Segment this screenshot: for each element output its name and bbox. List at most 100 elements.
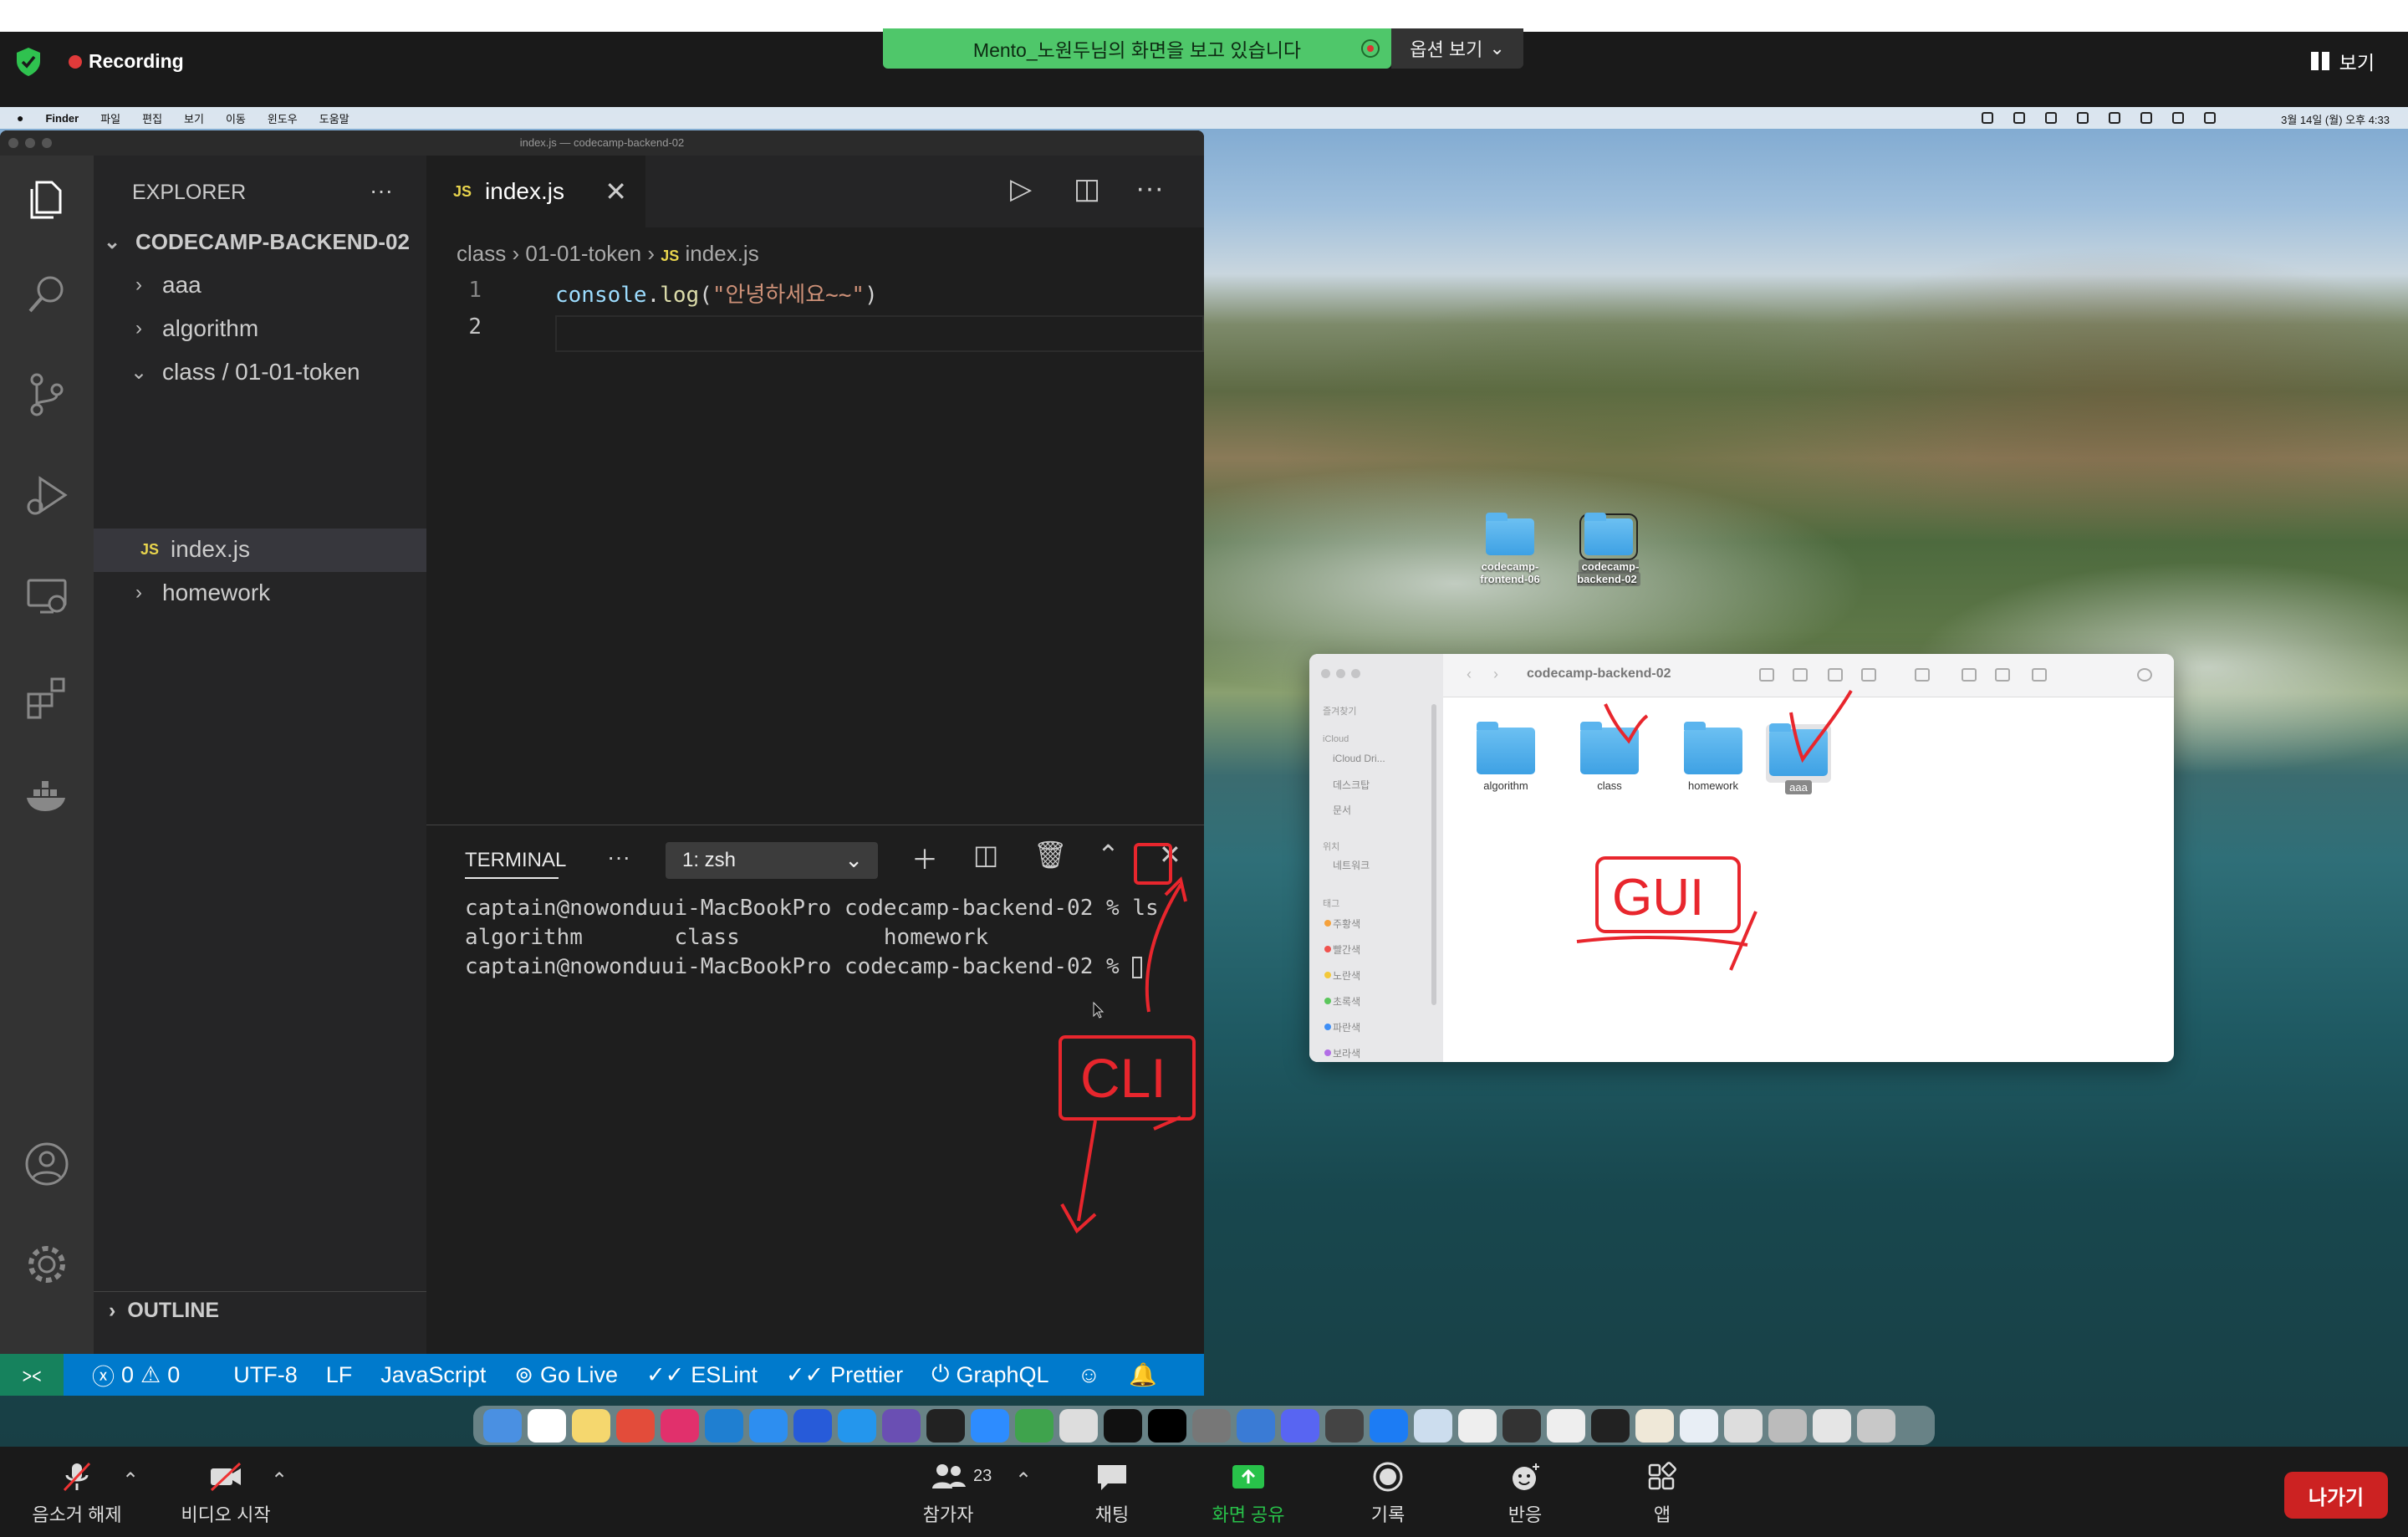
menu-edit[interactable]: 편집 [142,110,162,126]
tab-index-js[interactable]: JS index.js ✕ [426,156,645,227]
docker-app-icon[interactable] [838,1408,876,1443]
close-panel-icon[interactable]: ✕ [1159,839,1181,871]
sidebar-tag[interactable]: 초록색 [1333,994,1360,1008]
bell-icon[interactable]: 🔔 [1129,1361,1157,1388]
sidebar-item-network[interactable]: 네트워크 [1333,858,1370,872]
keynote-app-icon[interactable] [749,1408,788,1443]
minimize-window-button[interactable] [25,138,35,148]
remote-indicator-icon[interactable]: ⪥ [0,1354,64,1396]
obs-app-icon[interactable] [926,1408,965,1443]
icon-view-icon[interactable] [1759,668,1774,682]
document-thumbnail-icon[interactable] [1458,1408,1497,1443]
back-icon[interactable]: ‹ [1467,666,1472,683]
breadcrumb-item[interactable]: index.js [686,241,759,266]
terminal-shell-select[interactable]: 1: zsh ⌄ [666,842,878,879]
sidebar-tag[interactable]: 파란색 [1333,1020,1360,1034]
finder-item-algorithm[interactable]: algorithm [1460,722,1552,792]
zoom-window-button[interactable] [42,138,52,148]
document-thumbnail-icon[interactable] [1547,1408,1585,1443]
sidebar-item-documents[interactable]: 문서 [1333,803,1351,817]
status-icon[interactable] [2109,112,2120,124]
tree-folder-class[interactable]: ⌄ class / 01-01-token [127,351,360,393]
finder-item-class[interactable]: class [1564,722,1656,792]
terminal-app-icon[interactable] [1148,1408,1186,1443]
eol-status[interactable]: LF [326,1362,353,1388]
chat-button[interactable]: 채팅 [1079,1462,1145,1527]
view-button[interactable]: 보기 [2310,47,2375,75]
notes-app-icon[interactable] [572,1408,610,1443]
desktop-folder-backend[interactable]: codecamp-backend-02 [1567,513,1650,586]
status-icon[interactable] [2045,112,2057,124]
record-button[interactable]: 기록 [1354,1462,1421,1527]
mongodb-app-icon[interactable] [1015,1408,1054,1443]
vscode-app-icon[interactable] [705,1408,743,1443]
go-live-button[interactable]: ⊚ Go Live [514,1362,618,1388]
share-screen-button[interactable]: 화면 공유 [1204,1462,1293,1527]
minimize-window-button[interactable] [1336,669,1345,678]
apple-icon[interactable]: ● [17,111,23,125]
security-shield-icon[interactable] [15,47,42,77]
unmute-button[interactable]: 음소거 해제 [25,1462,129,1527]
app-store-icon[interactable] [1370,1408,1408,1443]
apps-button[interactable]: 앱 [1629,1462,1696,1527]
document-thumbnail-icon[interactable] [1680,1408,1718,1443]
slack-app-icon[interactable] [661,1408,699,1443]
app-icon[interactable] [1237,1408,1275,1443]
explorer-icon[interactable] [20,171,74,224]
video-options-caret-icon[interactable]: ⌃ [271,1468,288,1493]
breadcrumb-item[interactable]: class [457,241,506,266]
close-window-button[interactable] [1321,669,1330,678]
document-thumbnail-icon[interactable] [1591,1408,1630,1443]
maximize-panel-icon[interactable]: ⌃ [1097,839,1120,871]
group-icon[interactable] [1915,668,1930,682]
docker-icon[interactable] [20,769,74,823]
calendar-app-icon[interactable] [528,1408,566,1443]
document-thumbnail-icon[interactable] [1414,1408,1452,1443]
wifi-icon[interactable] [2172,112,2184,124]
participants-caret-icon[interactable]: ⌃ [1015,1468,1032,1493]
document-thumbnail-icon[interactable] [1724,1408,1763,1443]
menu-file[interactable]: 파일 [100,110,120,126]
forward-icon[interactable]: › [1493,666,1498,683]
start-video-button[interactable]: 비디오 시작 [176,1462,276,1527]
reactions-button[interactable]: 반응 [1492,1462,1559,1527]
status-icon[interactable] [1982,112,1993,124]
sidebar-item-icloud-drive[interactable]: iCloud Dri... [1333,753,1385,764]
accounts-icon[interactable] [20,1137,74,1191]
app-icon[interactable] [793,1408,832,1443]
menu-clock[interactable]: 3월 14일 (월) 오후 4:33 [2281,111,2390,127]
list-view-icon[interactable] [1793,668,1808,682]
tree-file-index-js[interactable]: JS index.js [140,529,250,570]
more-actions-icon[interactable]: ··· [607,844,630,871]
split-terminal-icon[interactable]: ◫ [973,839,998,871]
language-status[interactable]: JavaScript [380,1362,486,1388]
discord-app-icon[interactable] [1281,1408,1319,1443]
sidebar-tag[interactable]: 빨간색 [1333,942,1360,957]
split-editor-icon[interactable]: ◫ [1074,172,1100,206]
menu-go[interactable]: 이동 [226,110,246,126]
status-icon[interactable] [2077,112,2089,124]
more-actions-icon[interactable]: ··· [370,177,393,204]
recording-indicator[interactable]: Recording [69,50,184,73]
menu-view[interactable]: 보기 [184,110,204,126]
notion-app-icon[interactable] [1104,1408,1142,1443]
app-icon[interactable] [1059,1408,1098,1443]
finder-item-homework[interactable]: homework [1667,722,1759,792]
feedback-icon[interactable]: ☺ [1078,1362,1101,1388]
tag-icon[interactable] [1995,668,2010,682]
finder-app-icon[interactable] [483,1408,522,1443]
more-actions-icon[interactable]: ··· [1135,172,1164,205]
sidebar-tag[interactable]: 주황색 [1333,917,1360,931]
zoom-window-button[interactable] [1351,669,1360,678]
document-thumbnail-icon[interactable] [1635,1408,1674,1443]
sidebar-tag[interactable]: 노란색 [1333,968,1360,983]
outline-section[interactable]: › OUTLINE [94,1291,426,1330]
tab-terminal[interactable]: TERMINAL [465,849,566,879]
finder-item-aaa[interactable]: aaa [1752,723,1844,794]
tree-folder-homework[interactable]: › homework [127,572,270,614]
desktop-folder-frontend[interactable]: codecamp-frontend-06 [1468,513,1552,585]
action-icon[interactable] [2032,668,2047,682]
search-icon[interactable] [20,268,74,321]
column-view-icon[interactable] [1828,668,1843,682]
document-thumbnail-icon[interactable] [1813,1408,1851,1443]
